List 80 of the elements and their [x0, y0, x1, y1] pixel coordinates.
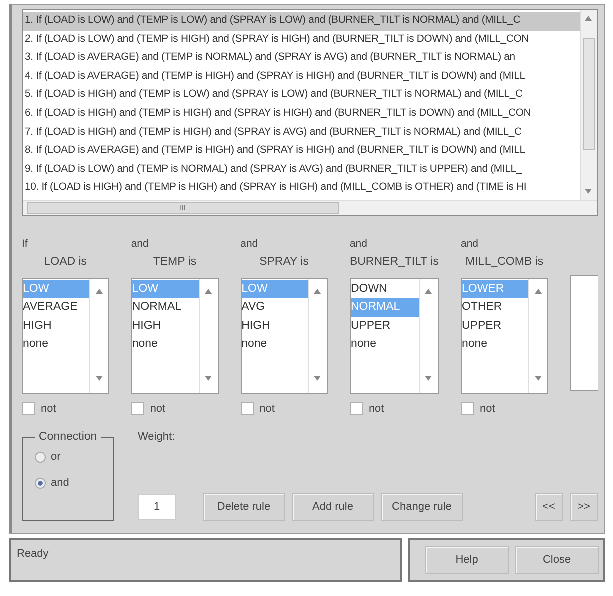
- variable-label: MILL_COMB is: [466, 256, 544, 268]
- not-label: not: [480, 402, 496, 414]
- scroll-up-icon[interactable]: [425, 289, 432, 294]
- option-item[interactable]: none: [132, 335, 199, 354]
- not-checkbox[interactable]: [240, 402, 254, 415]
- rule-button[interactable]: Change rule: [381, 493, 463, 521]
- connector-label: and: [350, 238, 368, 250]
- rule-item[interactable]: 6. If (LOAD is HIGH) and (TEMP is HIGH) and (SPRAY is HIGH) and (BURNER_TILT is DOWN) and (MILL_CON: [23, 104, 580, 124]
- not-label: not: [41, 402, 56, 414]
- variable-label: LOAD is: [44, 256, 88, 268]
- scroll-up-icon[interactable]: [314, 289, 322, 294]
- option-item[interactable]: NORMAL: [132, 298, 199, 317]
- rule-item[interactable]: 3. If (LOAD is AVERAGE) and (TEMP is NORMAL) and (SPRAY is AVG) and (BURNER_TILT is NORMAL) an: [23, 49, 580, 68]
- rule-item[interactable]: 1. If (LOAD is LOW) and (TEMP is LOW) and (SPRAY is LOW) and (BURNER_TILT is NORMAL) and (MILL_C: [23, 12, 580, 31]
- nav-button[interactable]: >>: [570, 493, 598, 521]
- not-label: not: [150, 402, 166, 414]
- option-item[interactable]: none: [350, 335, 419, 354]
- nav-button[interactable]: <<: [535, 493, 563, 521]
- footer-button[interactable]: Help: [425, 546, 509, 574]
- option-item[interactable]: HIGH: [23, 316, 90, 336]
- scroll-up-icon[interactable]: [205, 289, 212, 294]
- option-item[interactable]: HIGH: [242, 316, 308, 336]
- connector-label: and: [131, 238, 149, 250]
- rule-button[interactable]: Delete rule: [203, 493, 285, 521]
- option-item[interactable]: HIGH: [132, 316, 199, 336]
- variable-label: BURNER_TILT is: [350, 256, 439, 268]
- not-checkbox[interactable]: [350, 402, 363, 415]
- option-list[interactable]: LOW NORMAL HIGH none: [131, 278, 219, 394]
- radio-label: and: [51, 477, 70, 489]
- connector-label: and: [460, 238, 479, 250]
- option-item[interactable]: none: [242, 335, 308, 354]
- radio-button[interactable]: [35, 452, 46, 462]
- weight-field[interactable]: 1: [138, 494, 176, 520]
- rule-item[interactable]: 4. If (LOAD is AVERAGE) and (TEMP is HIGH) and (SPRAY is HIGH) and (BURNER_TILT is DOWN) and (MILL: [23, 68, 580, 86]
- rule-item[interactable]: 8. If (LOAD is AVERAGE) and (TEMP is HIGH) and (SPRAY is HIGH) and (BURNER_TILT is DOWN) and (MILL: [23, 142, 580, 161]
- not-checkbox[interactable]: [22, 402, 35, 415]
- option-list[interactable]: LOWER OTHER UPPER none: [460, 278, 548, 394]
- rule-list[interactable]: [22, 9, 598, 216]
- scroll-up-icon[interactable]: [585, 16, 592, 21]
- option-item[interactable]: DOWN: [350, 280, 419, 298]
- rule-item[interactable]: 5. If (LOAD is HIGH) and (TEMP is LOW) and (SPRAY is LOW) and (BURNER_TILT is NORMAL) and (MILL_C: [23, 86, 580, 105]
- scroll-down-icon[interactable]: [205, 376, 212, 381]
- option-list[interactable]: DOWN NORMAL UPPER none: [350, 278, 439, 394]
- variable-label: SPRAY is: [260, 256, 309, 268]
- not-label: not: [260, 402, 275, 414]
- scroll-down-icon[interactable]: [534, 376, 542, 381]
- option-item[interactable]: none: [23, 335, 90, 354]
- not-checkbox[interactable]: [460, 402, 474, 415]
- option-item[interactable]: AVERAGE: [23, 298, 90, 317]
- rule-item[interactable]: 2. If (LOAD is LOW) and (TEMP is HIGH) and (SPRAY is HIGH) and (BURNER_TILT is DOWN) and (MILL_CON: [23, 30, 580, 50]
- rule-item[interactable]: 9. If (LOAD is LOW) and (TEMP is NORMAL) and (SPRAY is AVG) and (BURNER_TILT is UPPER) and (MILL_: [23, 160, 580, 180]
- vertical-scrollbar[interactable]: [580, 10, 597, 200]
- weight-label: Weight:: [138, 431, 176, 443]
- rule-item[interactable]: 10. If (LOAD is HIGH) and (TEMP is HIGH) and (SPRAY is HIGH) and (MILL_COMB is OTHER) and (TIME is HI: [23, 179, 580, 198]
- status-bar: Ready: [9, 538, 402, 582]
- not-label: not: [368, 402, 384, 414]
- option-item[interactable]: OTHER: [462, 298, 528, 317]
- option-list[interactable]: [570, 275, 598, 391]
- connection-title: Connection: [38, 431, 98, 443]
- connector-label: If: [22, 238, 28, 250]
- scroll-down-icon[interactable]: [314, 376, 322, 381]
- option-item[interactable]: UPPER: [462, 316, 528, 336]
- option-list[interactable]: LOW AVERAGE HIGH none: [22, 278, 110, 394]
- option-list[interactable]: LOW AVG HIGH none: [240, 278, 328, 394]
- footer-button[interactable]: Close: [515, 546, 599, 574]
- rule-button[interactable]: Add rule: [292, 493, 374, 521]
- scroll-up-icon[interactable]: [534, 289, 542, 294]
- scroll-down-icon[interactable]: [96, 376, 103, 381]
- variable-label: TEMP is: [153, 256, 197, 268]
- option-item[interactable]: AVG: [242, 298, 308, 317]
- rule-item[interactable]: 7. If (LOAD is HIGH) and (TEMP is HIGH) and (SPRAY is AVG) and (BURNER_TILT is NORMAL) and (MILL_C: [23, 124, 580, 142]
- option-item[interactable]: UPPER: [350, 316, 419, 336]
- scroll-down-icon[interactable]: [585, 189, 592, 194]
- scroll-down-icon[interactable]: [425, 376, 432, 381]
- radio-button[interactable]: [35, 478, 46, 488]
- radio-label: or: [51, 451, 61, 463]
- not-checkbox[interactable]: [131, 402, 144, 415]
- option-item[interactable]: none: [462, 335, 528, 354]
- connector-label: and: [240, 238, 258, 250]
- scroll-up-icon[interactable]: [96, 289, 103, 294]
